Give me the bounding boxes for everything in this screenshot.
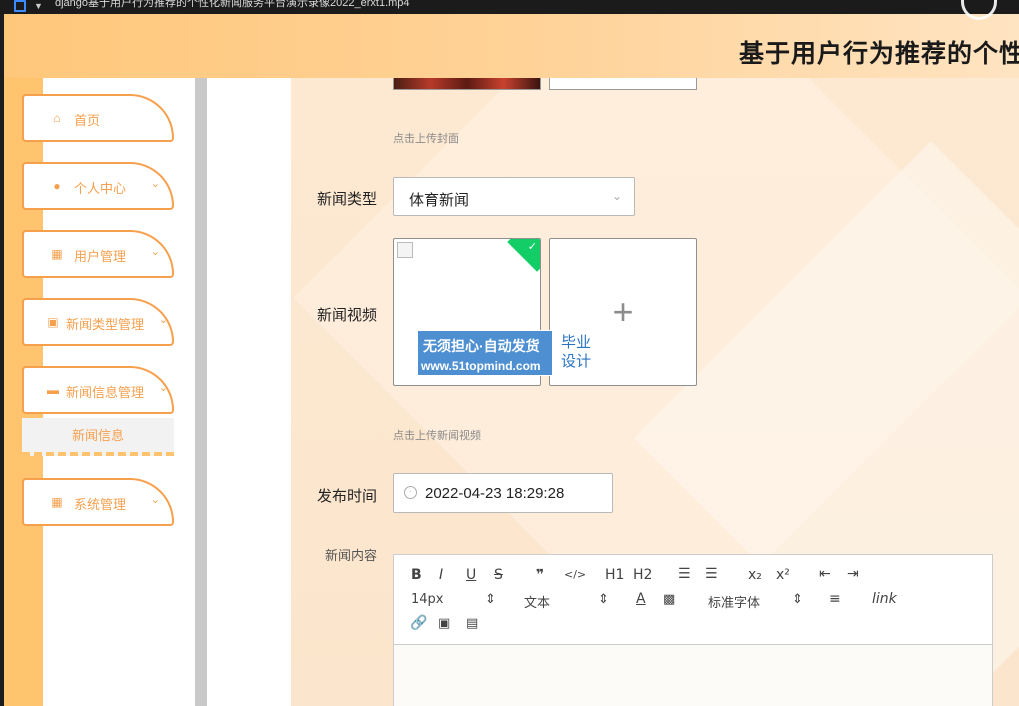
editor-toolbar: B I U S ❞ </> H1 H2 ☰ ☰ x₂ x² ⇤ ⇥ 14px ⇕… bbox=[394, 555, 992, 645]
sidebar-item-system[interactable]: ▦ 系统管理 ⌄ bbox=[22, 478, 174, 526]
sidebar-item-news-types[interactable]: ▣ 新闻类型管理 ⌄ bbox=[22, 298, 174, 346]
grid-icon: ▦ bbox=[51, 247, 63, 261]
link-icon[interactable]: 🔗 bbox=[410, 615, 427, 631]
watermark-side-label: 毕业 设计 bbox=[550, 331, 600, 375]
code-block-button[interactable]: </> bbox=[564, 568, 586, 581]
bullet-list-icon[interactable]: ☰ bbox=[705, 566, 718, 582]
news-type-select[interactable]: 体育新闻 ⌄ bbox=[393, 177, 635, 216]
news-video-label: 新闻视频 bbox=[317, 307, 378, 324]
avatar[interactable] bbox=[961, 0, 997, 20]
subscript-button[interactable]: x₂ bbox=[748, 567, 762, 583]
background-color-icon[interactable]: ▩ bbox=[663, 592, 675, 607]
cover-image-preview[interactable] bbox=[393, 78, 541, 90]
sidebar-item-label: 新闻信息管理 bbox=[66, 385, 145, 400]
sidebar-item-label: 系统管理 bbox=[74, 497, 127, 512]
content-gutter bbox=[207, 78, 291, 706]
window-title-bar: ▼ django基于用户行为推荐的个性化新闻服务平台演示录像2022_erxt1… bbox=[0, 0, 1019, 14]
watermark-slogan: 无须担心·自动发货 bbox=[423, 338, 540, 354]
watermark-url: www.51topmind.com bbox=[421, 359, 541, 373]
sidebar-subitem-news-info[interactable]: 新闻信息 bbox=[22, 418, 174, 456]
publish-time-label: 发布时间 bbox=[317, 488, 378, 505]
sidebar-item-label: 用户管理 bbox=[74, 249, 127, 264]
watermark-badge: 无须担心·自动发货 www.51topmind.com 毕业 设计 bbox=[417, 330, 601, 376]
content-label: 新闻内容 bbox=[325, 548, 378, 563]
chevron-down-icon: ⌄ bbox=[150, 246, 160, 258]
heading2-button[interactable]: H2 bbox=[633, 567, 652, 583]
font-color-button[interactable]: A bbox=[636, 591, 646, 607]
watermark-side-line1: 毕业 bbox=[560, 334, 591, 351]
block-type-select[interactable]: 文本 bbox=[524, 592, 550, 611]
clipboard-icon: ▣ bbox=[47, 315, 59, 329]
underline-button[interactable]: U bbox=[466, 567, 476, 583]
select-arrows-icon: ⇕ bbox=[598, 592, 609, 607]
editor-content-area[interactable] bbox=[394, 645, 992, 706]
bold-button[interactable]: B bbox=[411, 567, 422, 583]
check-icon: ✓ bbox=[527, 241, 537, 253]
select-arrows-icon: ⇕ bbox=[485, 592, 496, 607]
sidebar-item-news-info[interactable]: ▬ 新闻信息管理 ⌄ bbox=[22, 366, 174, 414]
blockquote-button[interactable]: ❞ bbox=[536, 567, 544, 583]
align-icon[interactable]: ≡ bbox=[829, 591, 841, 607]
app-title: 基于用户行为推荐的个性 bbox=[738, 39, 1019, 68]
video-icon[interactable]: ▤ bbox=[466, 616, 478, 631]
sidebar-item-label: 个人中心 bbox=[74, 181, 127, 196]
window-title: django基于用户行为推荐的个性化新闻服务平台演示录像2022_erxt1.m… bbox=[55, 0, 410, 9]
watermark-side-line2: 设计 bbox=[560, 353, 591, 370]
cover-upload-box[interactable] bbox=[549, 78, 697, 90]
cover-upload-hint: 点击上传封面 bbox=[393, 133, 459, 145]
publish-time-picker[interactable]: · 2022-04-23 18:29:28 bbox=[393, 473, 613, 513]
rich-text-editor[interactable]: B I U S ❞ </> H1 H2 ☰ ☰ x₂ x² ⇤ ⇥ 14px ⇕… bbox=[393, 554, 993, 706]
chevron-down-icon: ⌄ bbox=[158, 382, 168, 394]
font-family-select[interactable]: 标准字体 bbox=[708, 592, 760, 611]
chevron-down-icon: ⌄ bbox=[611, 189, 622, 203]
strike-button[interactable]: S bbox=[494, 567, 503, 583]
app-icon bbox=[14, 0, 26, 12]
menu-caret-icon[interactable]: ▼ bbox=[34, 0, 43, 12]
user-icon: ● bbox=[53, 179, 61, 193]
publish-time-value: 2022-04-23 18:29:28 bbox=[425, 485, 565, 502]
chevron-down-icon: ⌄ bbox=[158, 314, 168, 326]
superscript-button[interactable]: x² bbox=[776, 567, 790, 583]
sidebar-item-label: 首页 bbox=[74, 113, 101, 128]
font-size-select[interactable]: 14px bbox=[411, 592, 444, 607]
chevron-down-icon: ⌄ bbox=[150, 178, 160, 190]
sidebar-item-home[interactable]: ⌂ 首页 bbox=[22, 94, 174, 142]
clear-format-button[interactable]: link bbox=[872, 591, 897, 607]
grid-icon: ▦ bbox=[51, 495, 63, 509]
clock-icon: · bbox=[404, 486, 417, 499]
ordered-list-icon[interactable]: ☰ bbox=[678, 566, 691, 582]
indent-icon[interactable]: ⇥ bbox=[847, 566, 859, 582]
video-upload-hint: 点击上传新闻视频 bbox=[393, 430, 481, 442]
outdent-icon[interactable]: ⇤ bbox=[819, 566, 831, 582]
broken-image-icon bbox=[397, 242, 413, 258]
news-type-label: 新闻类型 bbox=[317, 191, 378, 208]
italic-button[interactable]: I bbox=[439, 567, 443, 583]
sidebar-item-profile[interactable]: ● 个人中心 ⌄ bbox=[22, 162, 174, 210]
select-arrows-icon: ⇕ bbox=[792, 592, 803, 607]
news-type-value: 体育新闻 bbox=[409, 192, 470, 209]
sidebar-item-users[interactable]: ▦ 用户管理 ⌄ bbox=[22, 230, 174, 278]
image-icon[interactable]: ▣ bbox=[438, 616, 450, 631]
plus-icon: + bbox=[612, 291, 634, 332]
heading1-button[interactable]: H1 bbox=[605, 567, 624, 583]
sidebar-item-label: 新闻类型管理 bbox=[66, 317, 145, 332]
sidebar-scrollbar[interactable] bbox=[195, 78, 207, 706]
briefcase-icon: ▬ bbox=[47, 383, 59, 397]
app-header: 基于用户行为推荐的个性 bbox=[4, 0, 1019, 78]
home-icon: ⌂ bbox=[53, 111, 61, 125]
chevron-down-icon: ⌄ bbox=[150, 494, 160, 506]
